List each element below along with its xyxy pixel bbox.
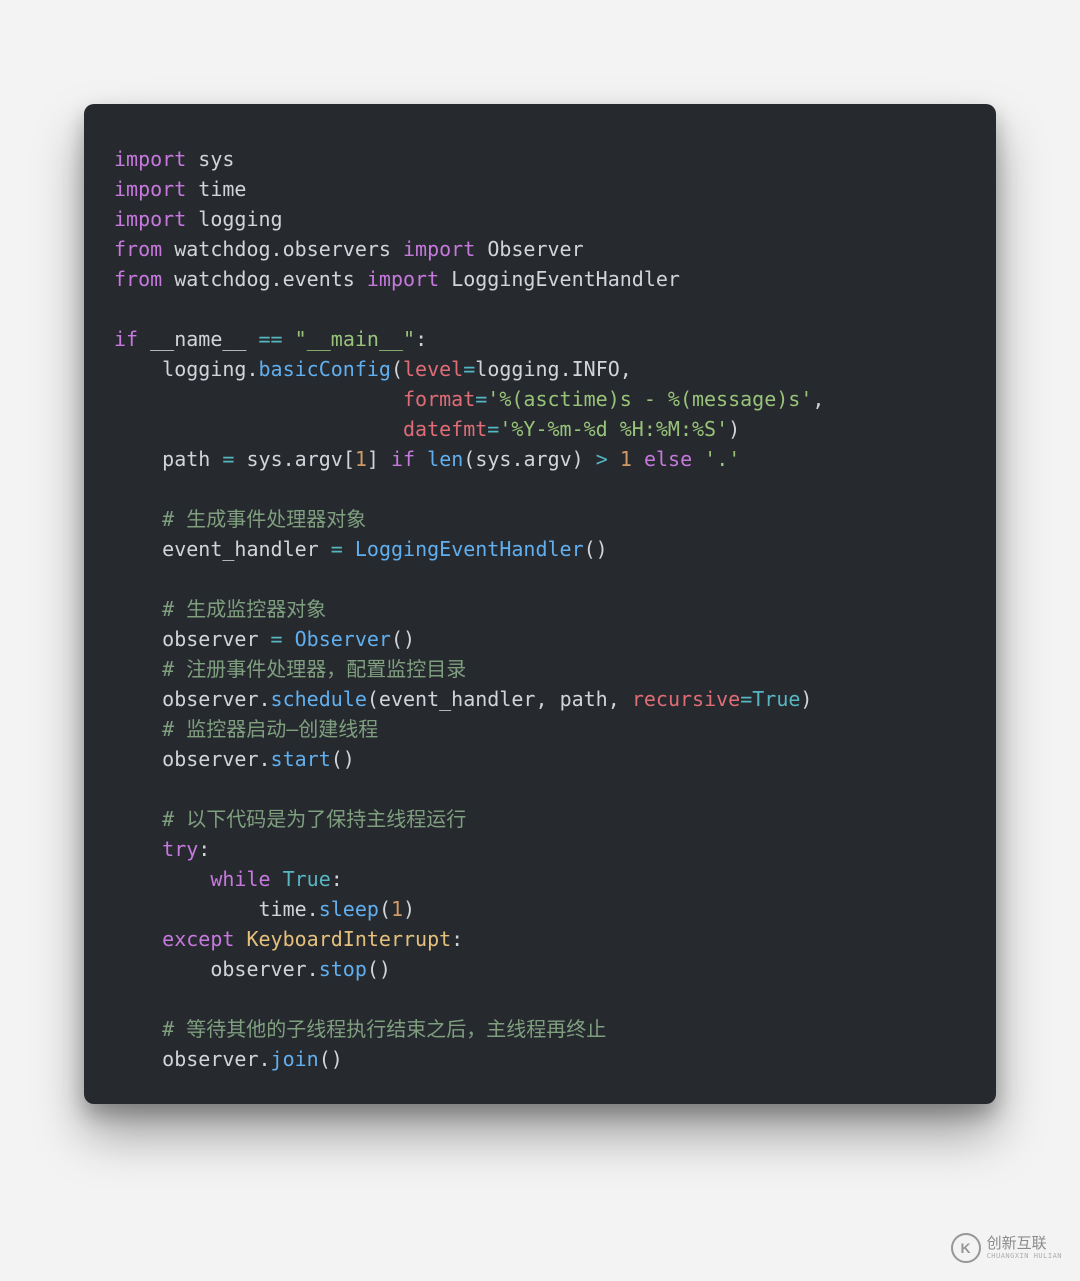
num-1: 1 [620, 447, 632, 471]
obj-observer: observer [162, 747, 258, 771]
obj-observer: observer [162, 1047, 258, 1071]
comment: # 生成事件处理器对象 [162, 507, 366, 531]
watermark-logo-icon: K [951, 1233, 981, 1263]
keyword-else: else [644, 447, 692, 471]
class-handler: LoggingEventHandler [451, 267, 680, 291]
fn-sleep: sleep [319, 897, 379, 921]
pkg: watchdog [174, 267, 270, 291]
comment: # 生成监控器对象 [162, 597, 326, 621]
obj-observer: observer [162, 687, 258, 711]
watermark-sub: CHUANGXIN HULIAN [987, 1252, 1062, 1260]
var-handler: event_handler [162, 537, 319, 561]
num-1: 1 [391, 897, 403, 921]
pkg-sub: observers [283, 237, 391, 261]
string-datefmt: '%Y-%m-%d %H:%M:%S' [499, 417, 728, 441]
code-card: import sys import time import logging fr… [84, 104, 996, 1104]
attr-argv: argv [524, 447, 572, 471]
keyword-import: import [114, 177, 186, 201]
string-main: "__main__" [295, 327, 415, 351]
keyword-except: except [162, 927, 234, 951]
obj-time: time [259, 897, 307, 921]
keyword-import: import [367, 267, 439, 291]
cls-handler: LoggingEventHandler [355, 537, 584, 561]
keyword-while: while [210, 867, 270, 891]
module-sys: sys [198, 147, 234, 171]
kwarg-format: format [403, 387, 475, 411]
comment: # 以下代码是为了保持主线程运行 [162, 807, 466, 831]
code-block: import sys import time import logging fr… [114, 144, 966, 1074]
watermark: K 创新互联 CHUANGXIN HULIAN [951, 1233, 1062, 1263]
pkg: watchdog [174, 237, 270, 261]
pkg-sub: events [283, 267, 355, 291]
keyword-from: from [114, 267, 162, 291]
bool-true: True [752, 687, 800, 711]
obj-sys: sys [246, 447, 282, 471]
string-dot: '.' [704, 447, 740, 471]
attr-argv: argv [295, 447, 343, 471]
comment: # 监控器启动—创建线程 [162, 717, 378, 741]
fn-stop: stop [319, 957, 367, 981]
kwarg-datefmt: datefmt [403, 417, 487, 441]
val-logging: logging [475, 357, 559, 381]
keyword-import: import [114, 207, 186, 231]
keyword-if: if [391, 447, 415, 471]
obj-logging: logging [162, 357, 246, 381]
op-eq: == [259, 327, 283, 351]
cls-kbinterrupt: KeyboardInterrupt [246, 927, 451, 951]
string-format: '%(asctime)s - %(message)s' [487, 387, 812, 411]
comment: # 等待其他的子线程执行结束之后，主线程再终止 [162, 1017, 606, 1041]
kwarg-recursive: recursive [632, 687, 740, 711]
comment: # 注册事件处理器，配置监控目录 [162, 657, 466, 681]
fn-len: len [427, 447, 463, 471]
watermark-name: 创新互联 [987, 1236, 1062, 1252]
obj-observer: observer [210, 957, 306, 981]
bool-true: True [283, 867, 331, 891]
val-info: INFO [572, 357, 620, 381]
keyword-try: try [162, 837, 198, 861]
module-time: time [198, 177, 246, 201]
op-gt: > [596, 447, 608, 471]
keyword-import: import [114, 147, 186, 171]
var-path: path [162, 447, 210, 471]
fn-basicconfig: basicConfig [259, 357, 391, 381]
keyword-if: if [114, 327, 138, 351]
cls-observer: Observer [295, 627, 391, 651]
fn-schedule: schedule [271, 687, 367, 711]
class-observer: Observer [487, 237, 583, 261]
fn-start: start [271, 747, 331, 771]
obj-sys: sys [475, 447, 511, 471]
keyword-import: import [403, 237, 475, 261]
module-logging: logging [198, 207, 282, 231]
dunder-name: __name__ [150, 327, 246, 351]
fn-join: join [271, 1047, 319, 1071]
keyword-from: from [114, 237, 162, 261]
kwarg-level: level [403, 357, 463, 381]
num-1: 1 [355, 447, 367, 471]
arg-handler: event_handler [379, 687, 536, 711]
arg-path: path [560, 687, 608, 711]
var-observer: observer [162, 627, 258, 651]
